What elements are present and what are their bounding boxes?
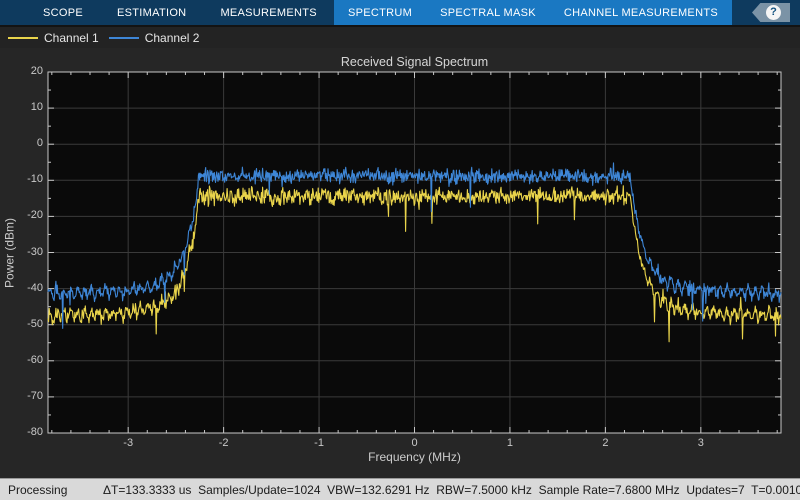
y-tick-label: -30 [0,246,43,258]
y-tick-label: 10 [0,101,43,113]
y-tick-label: -70 [0,390,43,402]
x-axis-label: Frequency (MHz) [48,450,781,464]
tab-scope[interactable]: SCOPE [26,0,100,25]
y-tick-label: -10 [0,173,43,185]
y-tick-label: -60 [0,354,43,366]
help-button[interactable]: ? [752,3,790,22]
tab-measurements[interactable]: MEASUREMENTS [203,0,334,25]
toolbar: SCOPE ESTIMATION MEASUREMENTS SPECTRUM S… [0,0,800,25]
status-bar: Processing ΔT=133.3333 us Samples/Update… [0,478,800,500]
status-measurements: ΔT=133.3333 us Samples/Update=1024 VBW=1… [103,483,800,497]
x-tick-label: -3 [108,437,148,449]
help-icon: ? [766,5,781,20]
legend-item-channel-1[interactable]: Channel 1 [8,31,99,45]
tab-spectral-mask[interactable]: SPECTRAL MASK [426,0,550,25]
y-tick-label: -80 [0,426,43,438]
x-tick-label: 3 [681,437,721,449]
legend: Channel 1 Channel 2 [0,25,800,48]
tab-channel-measurements[interactable]: CHANNEL MEASUREMENTS [550,0,732,25]
x-tick-label: 2 [585,437,625,449]
status-mode: Processing [0,483,103,497]
tab-spectrum[interactable]: SPECTRUM [334,0,426,25]
channel-1-label: Channel 1 [44,31,99,45]
x-tick-label: 0 [395,437,435,449]
x-tick-label: 1 [490,437,530,449]
y-tick-label: -40 [0,282,43,294]
channel-2-line-swatch [109,37,139,39]
spectrum-analyzer-window: { "toolbar": { "tabs": [ { "label": "SCO… [0,0,800,500]
y-tick-label: 20 [0,65,43,77]
y-tick-label: -50 [0,318,43,330]
plot-region: Received Signal Spectrum Power (dBm) Fre… [0,48,800,478]
chart-title: Received Signal Spectrum [48,55,781,69]
channel-2-label: Channel 2 [145,31,200,45]
y-tick-label: 0 [0,137,43,149]
x-tick-label: -1 [299,437,339,449]
active-tab-group: SPECTRUM SPECTRAL MASK CHANNEL MEASUREME… [334,0,732,25]
channel-1-line-swatch [8,37,38,39]
legend-item-channel-2[interactable]: Channel 2 [109,31,200,45]
tab-estimation[interactable]: ESTIMATION [100,0,203,25]
y-tick-label: -20 [0,209,43,221]
x-tick-label: -2 [204,437,244,449]
spectrum-plot[interactable] [0,48,800,478]
